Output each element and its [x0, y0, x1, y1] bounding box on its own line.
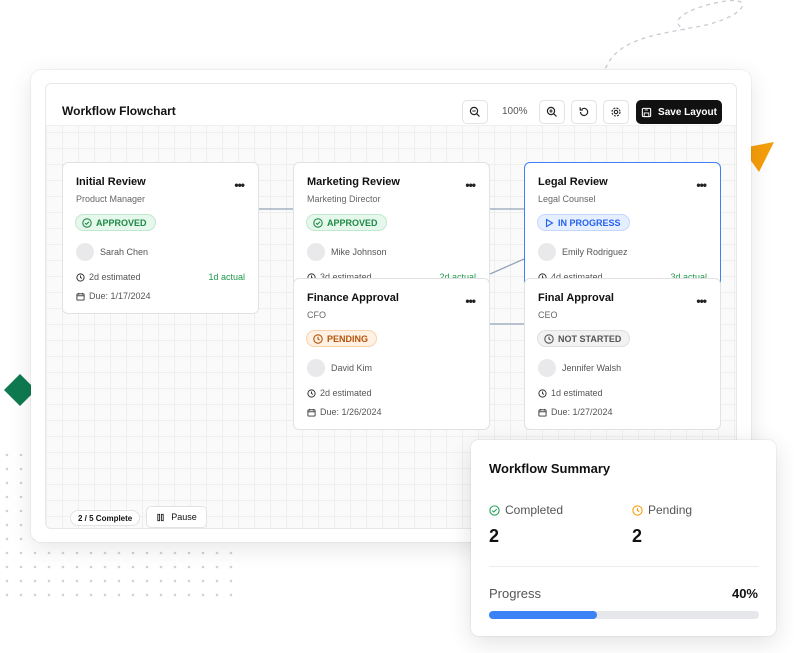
dashed-curve: [602, 0, 744, 77]
calendar-icon: [307, 408, 316, 417]
status-badge: APPROVED: [75, 214, 156, 231]
due-label: Due: 1/27/2024: [551, 407, 613, 417]
status-badge: NOT STARTED: [537, 330, 631, 347]
stage: Workflow Flowchart 100% Save Layout Init…: [0, 0, 794, 653]
avatar: [307, 359, 325, 377]
status-badge: APPROVED: [306, 214, 387, 231]
progress-track: [489, 611, 759, 619]
assignee-name: Mike Johnson: [331, 247, 387, 257]
progress-fill: [489, 611, 597, 619]
avatar: [538, 243, 556, 261]
summary-title: Workflow Summary: [489, 461, 611, 476]
pending-label: Pending: [648, 503, 693, 517]
check-circle-icon: [489, 504, 500, 516]
node-title: Final Approval: [538, 292, 614, 304]
clock-icon: [313, 333, 323, 344]
avatar: [307, 243, 325, 261]
assignee-name: Emily Rodriguez: [562, 247, 628, 257]
node-role: Legal Counsel: [538, 194, 596, 204]
check-circle-icon: [313, 217, 323, 228]
node-role: Marketing Director: [307, 194, 381, 204]
clock-icon: [632, 504, 643, 516]
connector: [489, 258, 525, 275]
assignee-name: Sarah Chen: [100, 247, 149, 257]
clock-icon: [544, 333, 554, 344]
pause-label: Pause: [171, 512, 197, 522]
status-badge: PENDING: [306, 330, 378, 347]
status-label: APPROVED: [96, 217, 147, 228]
node-title: Finance Approval: [307, 292, 399, 304]
assignee-name: David Kim: [331, 363, 373, 373]
pause-icon: [157, 513, 164, 521]
more-options-button[interactable]: •••: [234, 178, 245, 192]
pause-button[interactable]: Pause: [146, 506, 207, 528]
pending-count: 2: [632, 526, 643, 546]
due-date: Due: 1/17/2024: [76, 291, 151, 301]
completed-count: 2: [489, 526, 500, 546]
node-role: CEO: [538, 310, 558, 320]
status-label: NOT STARTED: [558, 333, 622, 344]
clock-icon: [76, 272, 85, 282]
calendar-icon: [76, 292, 85, 301]
status-badge: IN PROGRESS: [537, 214, 630, 231]
more-options-button[interactable]: •••: [465, 178, 476, 192]
completion-badge: 2 / 5 Complete: [70, 510, 141, 526]
workflow-summary-card: Workflow Summary Completed 2 Pending 2 P…: [471, 440, 776, 636]
due-date: Due: 1/26/2024: [307, 407, 382, 417]
actual-time: 1d actual: [208, 272, 245, 282]
node-title: Legal Review: [538, 176, 608, 188]
node-role: Product Manager: [76, 194, 146, 204]
estimated-label: 2d estimated: [320, 388, 372, 398]
status-label: IN PROGRESS: [558, 217, 621, 228]
due-label: Due: 1/26/2024: [320, 407, 382, 417]
pending-stat-label: Pending: [632, 503, 692, 517]
clock-icon: [307, 388, 316, 398]
node-initial-review[interactable]: Initial Review Product Manager ••• APPRO…: [62, 162, 259, 314]
calendar-icon: [538, 408, 547, 417]
more-options-button[interactable]: •••: [696, 178, 707, 192]
more-options-button[interactable]: •••: [465, 294, 476, 308]
divider: [489, 566, 759, 567]
status-label: PENDING: [327, 333, 369, 344]
node-title: Initial Review: [76, 176, 146, 188]
play-icon: [545, 218, 554, 227]
estimated-time: 2d estimated: [76, 272, 141, 282]
estimated-label: 1d estimated: [551, 388, 603, 398]
due-date: Due: 1/27/2024: [538, 407, 613, 417]
node-role: CFO: [307, 310, 326, 320]
progress-percent: 40%: [731, 586, 758, 601]
avatar: [76, 243, 94, 261]
more-options-button[interactable]: •••: [696, 294, 707, 308]
estimated-label: 2d estimated: [89, 272, 141, 282]
node-title: Marketing Review: [307, 176, 400, 188]
clock-icon: [538, 388, 547, 398]
node-finance-approval[interactable]: Finance Approval CFO ••• PENDING David K…: [293, 278, 490, 430]
progress-label: Progress: [489, 586, 542, 601]
assignee-name: Jennifer Walsh: [562, 363, 622, 373]
status-label: APPROVED: [327, 217, 378, 228]
due-label: Due: 1/17/2024: [89, 291, 151, 301]
completed-stat-label: Completed: [489, 503, 563, 517]
node-final-approval[interactable]: Final Approval CEO ••• NOT STARTED Jenni…: [524, 278, 721, 430]
completed-label: Completed: [505, 503, 564, 517]
estimated-time: 2d estimated: [307, 388, 372, 398]
estimated-time: 1d estimated: [538, 388, 603, 398]
avatar: [538, 359, 556, 377]
check-circle-icon: [82, 217, 92, 228]
